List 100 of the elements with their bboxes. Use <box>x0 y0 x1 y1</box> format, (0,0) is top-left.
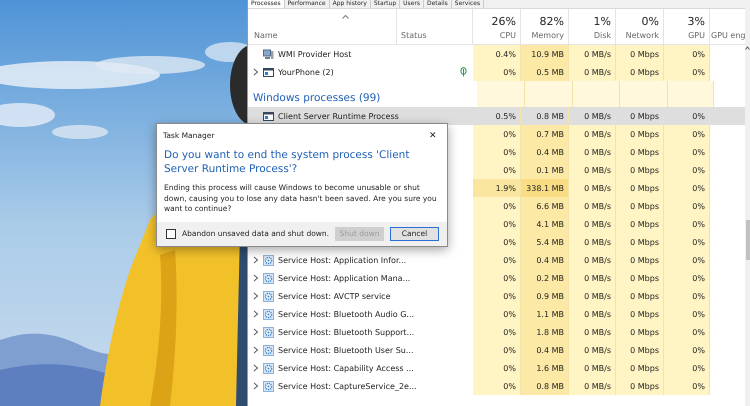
gear-icon <box>263 380 274 392</box>
process-name: Service Host: Bluetooth Audio G... <box>278 310 414 318</box>
table-cell: 0% <box>473 161 521 179</box>
expand-chevron-icon[interactable] <box>253 364 259 372</box>
process-name: WMI Provider Host <box>278 50 352 58</box>
table-cell <box>525 81 573 107</box>
gear-icon <box>263 344 274 356</box>
table-cell: 0 MB/s <box>569 323 616 341</box>
expand-chevron-icon[interactable] <box>253 292 259 300</box>
table-cell <box>573 81 620 107</box>
table-cell: 0 MB/s <box>569 233 616 251</box>
table-cell: 0% <box>473 269 521 287</box>
table-cell: 0% <box>664 305 710 323</box>
gear-icon <box>263 326 274 338</box>
table-cell: 0% <box>664 377 710 395</box>
column-header[interactable]: Network <box>626 31 659 40</box>
process-name: Service Host: CaptureService_2e... <box>278 382 417 390</box>
table-cell: 0 Mbps <box>616 143 664 161</box>
table-cell: 0% <box>664 45 710 63</box>
table-cell: 0% <box>473 305 521 323</box>
usage-total: 3% <box>688 15 705 28</box>
scrollbar[interactable] <box>745 0 750 406</box>
usage-total: 1% <box>594 15 611 28</box>
gear-icon <box>263 254 274 266</box>
table-cell: 0% <box>473 251 521 269</box>
scroll-up-icon[interactable] <box>745 46 750 50</box>
table-cell: 0% <box>473 63 521 81</box>
table-cell: 0 MB/s <box>569 179 616 197</box>
gear-icon <box>263 308 274 320</box>
table-cell: 0% <box>473 233 521 251</box>
table-cell: 1.1 MB <box>521 305 569 323</box>
table-cell: 0 Mbps <box>616 323 664 341</box>
table-cell: 0 MB/s <box>569 305 616 323</box>
table-cell: 0 MB/s <box>569 197 616 215</box>
table-cell: 0 Mbps <box>616 63 664 81</box>
table-cell: 0% <box>473 197 521 215</box>
table-cell: 6.6 MB <box>521 197 569 215</box>
process-name: YourPhone (2) <box>278 68 334 76</box>
table-cell: 0% <box>664 215 710 233</box>
expand-chevron-icon[interactable] <box>253 346 259 354</box>
sort-caret-icon <box>342 15 348 19</box>
table-cell: 0.4 MB <box>521 143 569 161</box>
table-cell: 0% <box>664 125 710 143</box>
column-header[interactable]: GPU eng <box>711 31 745 40</box>
table-cell: 0.4 MB <box>521 341 569 359</box>
table-cell: 0 Mbps <box>616 305 664 323</box>
expand-chevron-icon[interactable] <box>253 68 259 76</box>
table-cell: 5.4 MB <box>521 233 569 251</box>
process-name: Service Host: Application Infor... <box>278 256 406 264</box>
table-cell: 0% <box>664 359 710 377</box>
table-cell: 1.8 MB <box>521 323 569 341</box>
table-cell: 0% <box>664 287 710 305</box>
table-cell: 0 Mbps <box>616 179 664 197</box>
table-cell: 10.9 MB <box>521 45 569 63</box>
table-cell: 0.1 MB <box>521 161 569 179</box>
table-cell: 0.2 MB <box>521 269 569 287</box>
table-cell: 0% <box>473 377 521 395</box>
column-header[interactable]: Disk <box>594 31 611 40</box>
table-cell: 0% <box>664 143 710 161</box>
dialog-heading: Do you want to end the system process 'Client Server Runtime Process'? <box>163 148 410 176</box>
process-name: Service Host: Bluetooth User Su... <box>278 346 414 354</box>
expand-chevron-icon[interactable] <box>253 256 259 264</box>
column-header[interactable]: Memory <box>531 31 564 40</box>
table-cell: 0% <box>473 287 521 305</box>
table-cell: 0 Mbps <box>616 251 664 269</box>
table-cell: 0 Mbps <box>616 287 664 305</box>
table-cell: 1.6 MB <box>521 359 569 377</box>
process-name: Service Host: Capability Access ... <box>278 364 414 372</box>
expand-chevron-icon[interactable] <box>253 274 259 282</box>
window-icon <box>263 66 274 78</box>
expand-chevron-icon[interactable] <box>253 382 259 390</box>
table-cell: 0 Mbps <box>616 359 664 377</box>
table-cell: 0% <box>473 323 521 341</box>
table-cell: 0% <box>473 359 521 377</box>
table-cell: 0 MB/s <box>569 125 616 143</box>
gear-icon <box>263 362 274 374</box>
table-cell <box>668 81 714 107</box>
table-cell: 0 MB/s <box>569 45 616 63</box>
table-cell <box>620 81 668 107</box>
gear-icon <box>263 290 274 302</box>
table-cell: 0 MB/s <box>569 359 616 377</box>
expand-chevron-icon[interactable] <box>253 328 259 336</box>
column-header[interactable]: Name <box>254 31 396 40</box>
expand-chevron-icon[interactable] <box>253 310 259 318</box>
table-cell: 0.5 MB <box>521 63 569 81</box>
table-cell: 0.9 MB <box>521 287 569 305</box>
column-header[interactable]: CPU <box>500 31 516 40</box>
table-cell: 0.7 MB <box>521 125 569 143</box>
table-cell: 0% <box>664 251 710 269</box>
column-header[interactable]: Status <box>401 31 426 40</box>
table-cell: 0% <box>473 143 521 161</box>
column-header[interactable]: GPU <box>688 31 705 40</box>
table-cell: 0% <box>664 341 710 359</box>
table-cell: 0 MB/s <box>569 63 616 81</box>
checkbox[interactable] <box>166 228 176 238</box>
table-cell: 0 Mbps <box>616 233 664 251</box>
table-cell: 338.1 MB <box>521 179 569 197</box>
close-button[interactable]: ✕ <box>427 130 439 140</box>
group-heading: Windows processes (99) <box>253 92 380 106</box>
table-cell: 0 MB/s <box>569 161 616 179</box>
